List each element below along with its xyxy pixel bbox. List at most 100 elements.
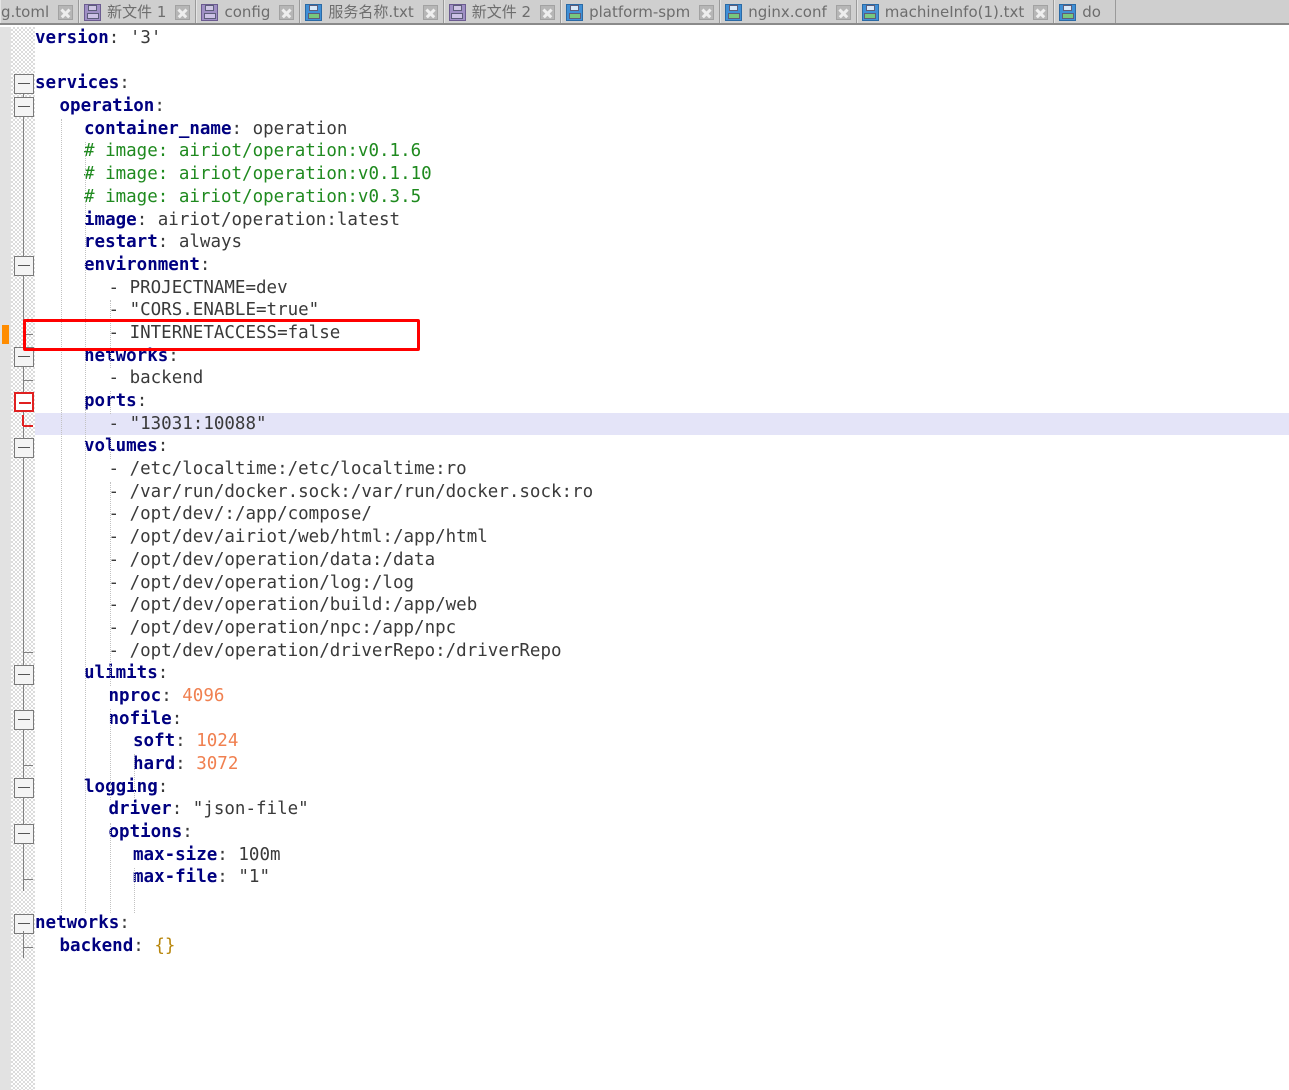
code-token: - /opt/dev/operation/build:/app/web — [108, 595, 478, 616]
code-token: : — [154, 96, 165, 117]
tab-close-icon[interactable] — [422, 5, 438, 20]
code-token: : — [161, 685, 183, 706]
editor-tab[interactable]: 新文件 1 — [79, 0, 197, 23]
indent-guide — [109, 482, 111, 687]
indent-guide — [85, 141, 86, 914]
editor-tab[interactable]: do — [1054, 0, 1116, 23]
tab-close-icon[interactable] — [58, 5, 74, 20]
floppy-icon — [566, 4, 584, 21]
floppy-icon — [201, 4, 219, 21]
floppy-icon — [861, 4, 879, 21]
fold-toggle-operation[interactable] — [14, 97, 34, 118]
code-token: restart — [84, 232, 158, 253]
code-text-area[interactable]: version: '3' services: operation: container… — [35, 27, 1289, 1090]
fold-toggle-volumes[interactable] — [14, 437, 34, 458]
code-editor[interactable]: version: '3' services: operation: container… — [0, 27, 1289, 1090]
change-marker — [2, 325, 9, 345]
code-token: 4096 — [182, 685, 225, 706]
code-token: {} — [154, 935, 176, 956]
code-token: - /opt/dev/airiot/web/html:/app/html — [108, 527, 488, 548]
code-token: : — [157, 776, 169, 797]
code-line: backend: {} — [35, 935, 1289, 958]
code-token: backend — [59, 935, 134, 956]
editor-tab-label: config — [224, 3, 271, 21]
tab-close-icon[interactable] — [699, 5, 715, 20]
code-token: # image: airiot/operation:v0.1.10 — [84, 164, 432, 185]
code-line: - /opt/dev/operation/data:/data — [35, 549, 1289, 572]
fold-toggle-environment[interactable] — [14, 256, 34, 276]
editor-tab[interactable]: platform-spm — [561, 0, 721, 23]
tab-close-icon[interactable] — [540, 5, 556, 20]
code-line: version: '3' — [35, 27, 1289, 50]
code-line: - /opt/dev/operation/build:/app/web — [35, 594, 1289, 617]
fold-tick — [23, 651, 33, 653]
code-line: max-file: "1" — [35, 866, 1289, 889]
code-line: environment: — [35, 254, 1289, 277]
code-line: operation: — [35, 95, 1289, 118]
code-line: ulimits: — [35, 662, 1289, 685]
editor-tab[interactable]: nginx.conf — [720, 0, 857, 23]
code-line: - INTERNETACCESS=false — [35, 322, 1289, 345]
code-token: max-file — [133, 867, 218, 888]
tab-close-icon[interactable] — [835, 5, 851, 20]
code-line-current: - "13031:10088" — [35, 412, 1289, 436]
code-token: version — [35, 28, 109, 48]
tab-close-icon[interactable] — [279, 5, 295, 20]
editor-tab[interactable]: config — [196, 0, 301, 23]
fold-tick — [23, 947, 33, 948]
code-line: hard: 3072 — [35, 753, 1289, 776]
code-line: - "CORS.ENABLE=true" — [35, 299, 1289, 322]
code-line: services: — [35, 72, 1289, 95]
code-token: : — [175, 731, 197, 752]
code-token: - "13031:10088" — [108, 413, 267, 434]
code-token: - backend — [108, 368, 204, 389]
code-token: volumes — [84, 436, 158, 457]
fold-toggle-networks[interactable] — [14, 346, 34, 367]
fold-toggle-ports[interactable] — [14, 392, 34, 413]
code-token: hard — [133, 754, 176, 774]
indent-guide — [109, 709, 111, 800]
code-token: : — [182, 822, 193, 843]
code-token: : — [108, 28, 130, 48]
code-line: networks: — [35, 345, 1289, 368]
fold-toggle-networks-root[interactable] — [14, 914, 34, 935]
fold-toggle-services[interactable] — [14, 74, 34, 95]
code-token: : airiot/operation:latest — [136, 209, 401, 230]
code-token: : — [119, 912, 130, 933]
code-token: - /opt/dev/operation/driverRepo:/driverR… — [108, 640, 562, 661]
indent-guide — [134, 754, 135, 800]
code-token: - PROJECTNAME=dev — [108, 277, 288, 298]
fold-toggle-nofile[interactable] — [14, 710, 34, 730]
code-token: image — [84, 209, 137, 230]
code-token: networks — [84, 345, 169, 366]
code-line: # image: airiot/operation:v0.1.6 — [35, 140, 1289, 163]
code-token: - /var/run/docker.sock:/var/run/docker.s… — [108, 481, 594, 502]
tab-close-icon[interactable] — [175, 5, 191, 20]
indent-guide — [109, 300, 111, 369]
editor-tab-label: 新文件 2 — [471, 3, 532, 21]
editor-tab-label: g.toml — [1, 3, 50, 21]
code-line: - PROJECTNAME=dev — [35, 277, 1289, 300]
fold-toggle-logging[interactable] — [14, 778, 34, 799]
code-token: : "json-file" — [171, 799, 309, 820]
code-line: # image: airiot/operation:v0.1.10 — [35, 163, 1289, 186]
fold-toggle-ulimits[interactable] — [14, 664, 34, 685]
code-token: nofile — [108, 708, 172, 729]
editor-tab-label: 服务名称.txt — [328, 3, 414, 21]
editor-tab[interactable]: 服务名称.txt — [300, 0, 444, 23]
editor-tab-bar[interactable]: g.toml 新文件 1 config 服务名称.txt 新文件 2 platform-s… — [0, 0, 1289, 25]
code-line: driver: "json-file" — [35, 798, 1289, 821]
tab-close-icon[interactable] — [1033, 5, 1049, 20]
code-token: operation — [59, 96, 155, 117]
editor-tab[interactable]: machineInfo(1).txt — [856, 0, 1055, 23]
fold-toggle-options[interactable] — [14, 823, 34, 844]
fold-stem — [23, 931, 24, 958]
editor-tab[interactable]: g.toml — [0, 0, 80, 23]
floppy-icon — [725, 4, 743, 21]
floppy-icon — [305, 4, 323, 21]
code-line: - /opt/dev/operation/log:/log — [35, 572, 1289, 595]
code-token: # image: airiot/operation:v0.1.6 — [84, 141, 422, 162]
floppy-icon — [1059, 4, 1077, 21]
editor-tab[interactable]: 新文件 2 — [443, 0, 562, 23]
indent-guide — [109, 436, 111, 460]
